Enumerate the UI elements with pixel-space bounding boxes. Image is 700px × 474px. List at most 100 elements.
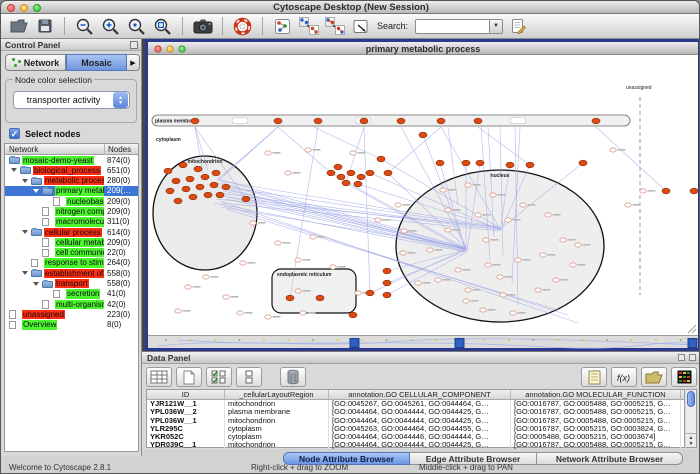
tree-row[interactable]: transport558(0) [5, 279, 138, 289]
search-input[interactable] [415, 19, 489, 34]
tree-row[interactable]: unassigned223(0) [5, 309, 138, 319]
overview-handle[interactable] [688, 339, 697, 348]
table-cell[interactable]: plasma membrane [225, 408, 329, 416]
network-view-window[interactable]: primary metabolic process plasma membran… [145, 39, 700, 351]
graph-edge[interactable] [364, 127, 370, 293]
new-network-from-selected-edges-icon[interactable] [323, 16, 346, 37]
graph-node-small[interactable] [427, 248, 433, 252]
tree-row[interactable]: macromolecule311(0) [5, 217, 138, 227]
network-graph[interactable]: plasma membranecytoplasmmitochondrionnuc… [148, 55, 698, 335]
graph-node-small[interactable] [440, 188, 446, 192]
table-cell[interactable]: mitochondrion [225, 417, 329, 425]
network-overview-strip[interactable] [148, 335, 698, 348]
table-cell[interactable]: YPL036W__1 [147, 417, 225, 425]
graph-node-selected[interactable] [366, 170, 374, 176]
graph-node-small[interactable] [520, 203, 526, 207]
graph-node-small[interactable] [625, 203, 631, 207]
tree-row[interactable]: metabolic process280(0) [5, 176, 138, 186]
table-cell[interactable]: [GO:0045267, GO:0045261, GO:0044464, G… [329, 400, 511, 408]
graph-node-selected[interactable] [164, 168, 172, 174]
graph-node-small[interactable] [463, 299, 469, 303]
graph-node-selected[interactable] [377, 156, 385, 162]
graph-node-selected[interactable] [474, 118, 482, 124]
region-nucleus[interactable] [396, 170, 604, 322]
graph-node-selected[interactable] [166, 188, 174, 194]
graph-node-small[interactable] [330, 265, 336, 269]
graph-node-small[interactable] [505, 218, 511, 222]
graph-node-selected[interactable] [462, 160, 470, 166]
table-cell[interactable]: [GO:0016787, GO:0005215, GO:0003824, G… [511, 425, 681, 433]
table-cell[interactable]: [GO:0045263, GO:0044464, GO:0044455, G… [329, 425, 511, 433]
graph-node-small[interactable] [455, 268, 461, 272]
table-cell[interactable]: cytoplasm [225, 425, 329, 433]
graph-node-small[interactable] [305, 148, 311, 152]
graph-edge[interactable] [388, 127, 441, 173]
tree-row[interactable]: nitrogen compo209(0) [5, 206, 138, 216]
graph-node-selected[interactable] [506, 162, 514, 168]
table-row[interactable]: YJR121W__1mitochondrion[GO:0045267, GO:0… [147, 400, 684, 408]
table-row[interactable]: YPL036W__2plasma membrane[GO:0044464, GO… [147, 408, 684, 416]
zoom-to-fit-icon[interactable] [125, 16, 148, 37]
tree-row[interactable]: multi-organism pro42(0) [5, 299, 138, 309]
region-plasma-membrane[interactable] [152, 115, 630, 126]
graph-node-small[interactable] [240, 261, 246, 265]
graph-node-selected[interactable] [316, 295, 324, 301]
table-column-header[interactable]: annotation.GO CELLULAR_COMPONENT [329, 390, 511, 399]
save-session-icon[interactable] [33, 16, 56, 37]
unselect-attributes-icon[interactable] [236, 367, 262, 387]
graph-node-selected[interactable] [334, 164, 342, 170]
graph-node-selected[interactable] [212, 170, 220, 176]
graph-node-selected[interactable] [327, 170, 335, 176]
table-cell[interactable]: YPL036W__2 [147, 408, 225, 416]
graph-node-small[interactable] [485, 263, 491, 267]
graph-node-small[interactable] [300, 311, 306, 315]
tab-network[interactable]: Network [5, 54, 66, 71]
graph-node-small[interactable] [435, 278, 441, 282]
graph-node-label-pill[interactable] [232, 118, 248, 124]
graph-node-selected[interactable] [242, 196, 250, 202]
table-cell[interactable]: [GO:0016787, GO:0005488, GO:0005215, G… [511, 408, 681, 416]
graph-node-selected[interactable] [274, 118, 282, 124]
table-cell[interactable]: mitochondrion [225, 400, 329, 408]
graph-node-selected[interactable] [360, 118, 368, 124]
graph-node-small[interactable] [310, 235, 316, 239]
tree-row[interactable]: cell communicat22(0) [5, 248, 138, 258]
table-column-header[interactable]: _cellularLayoutRegion [225, 390, 329, 399]
table-column-header[interactable]: ID [147, 390, 225, 399]
table-cell[interactable]: YJR121W__1 [147, 400, 225, 408]
graph-node-small[interactable] [510, 311, 516, 315]
graph-node-selected[interactable] [179, 162, 187, 168]
graph-node-small[interactable] [355, 291, 361, 295]
select-attributes-icon[interactable] [206, 367, 232, 387]
disclosure-triangle-icon[interactable] [33, 189, 39, 193]
graph-node-small[interactable] [640, 189, 646, 193]
graph-node-small[interactable] [490, 193, 496, 197]
table-cell[interactable]: [GO:0016787, GO:0005488, GO:0005215, G… [511, 400, 681, 408]
graph-node-selected[interactable] [349, 312, 357, 318]
graph-node-small[interactable] [553, 278, 559, 282]
import-attributes-icon[interactable] [641, 367, 667, 387]
overview-handle[interactable] [455, 339, 464, 348]
graph-node-small[interactable] [350, 151, 356, 155]
table-cell[interactable]: [GO:0016787, GO:0005488, GO:0005215, G… [511, 417, 681, 425]
graph-node-small[interactable] [185, 285, 191, 289]
table-row[interactable]: YLR295Ccytoplasm[GO:0045263, GO:0044464,… [147, 425, 684, 433]
graph-node-small[interactable] [570, 263, 576, 267]
table-cell[interactable]: cytoplasm [225, 433, 329, 441]
graph-node-small[interactable] [610, 148, 616, 152]
tree-row[interactable]: cellular metabo209(0) [5, 237, 138, 247]
graph-node-small[interactable] [545, 213, 551, 217]
attribute-table-icon[interactable] [146, 367, 172, 387]
graph-edge[interactable] [596, 127, 666, 191]
graph-node-selected[interactable] [690, 188, 698, 194]
graph-node-small[interactable] [535, 288, 541, 292]
tab-mosaic[interactable]: Mosaic [66, 54, 127, 71]
graph-edge[interactable] [314, 127, 381, 159]
graph-node-selected[interactable] [191, 118, 199, 124]
graph-node-selected[interactable] [182, 186, 190, 192]
function-builder-icon[interactable]: f(x) [611, 367, 637, 387]
disclosure-triangle-icon[interactable] [11, 168, 17, 172]
graph-node-small[interactable] [480, 308, 486, 312]
network-view-titlebar[interactable]: primary metabolic process [148, 42, 698, 55]
annotations-icon[interactable] [349, 16, 372, 37]
